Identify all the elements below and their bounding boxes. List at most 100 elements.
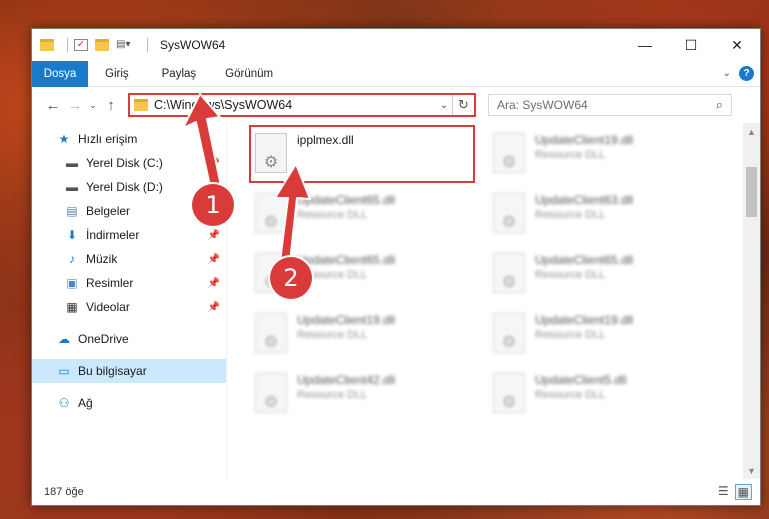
sidebar-item-downloads[interactable]: ⬇ İndirmeler 📌 [32,223,226,247]
file-item[interactable]: ⚙ UpdateClient19.dll Resource DLL [491,309,721,361]
scroll-up-icon[interactable]: ▲ [743,123,760,140]
tab-home[interactable]: Giriş [88,68,142,80]
file-item[interactable]: ⚙ UpdateClient65.dll Resource DLL [491,249,721,301]
search-input[interactable]: Ara: SysWOW64 ⌕ [488,94,732,116]
sidebar-item-pictures[interactable]: ▣ Resimler 📌 [32,271,226,295]
sidebar-item-disk-c[interactable]: ▬ Yerel Disk (C:) 📌 [32,151,226,175]
file-name: UpdateClient65.dll [535,253,634,267]
file-type: Resource DLL [535,269,606,281]
item-count: 187 öğe [44,486,84,498]
pictures-icon: ▣ [66,276,78,290]
dll-file-icon: ⚙ [493,193,525,233]
properties-check-icon[interactable]: ✓ [74,39,88,51]
tab-file[interactable]: Dosya [32,60,88,87]
sidebar-item-label: Ağ [78,396,93,410]
pin-icon[interactable]: 📌 [208,302,220,313]
folder-icon [134,99,148,111]
sidebar-item-label: Videolar [86,300,130,314]
file-highlight-box [249,125,475,183]
file-name: UpdateClient19.dll [297,313,396,327]
file-name: UpdateClient19.dll [535,313,634,327]
videos-icon: ▦ [66,300,78,314]
drive-icon: ▬ [66,180,78,194]
download-icon: ⬇ [66,228,78,242]
help-icon[interactable]: ? [739,66,754,81]
pin-icon[interactable]: 📌 [208,278,220,289]
back-arrow-icon[interactable]: ← [42,97,64,114]
sidebar-item-label: Hızlı erişim [78,132,138,146]
refresh-icon[interactable]: ↻ [452,95,474,115]
maximize-button[interactable]: ☐ [668,29,714,61]
address-path[interactable]: C:\Windows\SysWOW64 [154,98,292,112]
details-view-icon[interactable]: ☰ [718,484,729,500]
up-arrow-icon[interactable]: ↑ [100,97,122,114]
sidebar-item-label: Yerel Disk (C:) [86,156,163,170]
file-item[interactable]: ⚙ UpdateClient65.dll Resource DLL [253,189,483,241]
pin-icon[interactable]: 📌 [208,230,220,241]
title-bar: ✓ ▤▾ SysWOW64 — ☐ ✕ [32,29,760,61]
file-item[interactable]: ⚙ UpdateClient63.dll Resource DLL [491,189,721,241]
file-item[interactable]: ⚙ UpdateClient19.dll Resource DLL [491,129,721,181]
file-list: ⚙ ipplmex.dll ⚙ UpdateClient65.dll Resou… [227,123,760,479]
sidebar-item-label: Müzik [86,252,118,266]
file-name: UpdateClient42.dll [297,373,396,387]
dll-file-icon: ⚙ [493,133,525,173]
sidebar-item-label: İndirmeler [86,228,140,242]
content-area: ★ Hızlı erişim ▬ Yerel Disk (C:) 📌 ▬ Yer… [32,123,760,479]
pin-icon[interactable]: 📌 [208,158,220,169]
tab-share[interactable]: Paylaş [142,68,210,80]
step-1-badge: 1 [192,184,234,226]
minimize-button[interactable]: — [622,29,668,61]
scroll-thumb[interactable] [746,167,757,217]
scroll-down-icon[interactable]: ▼ [743,462,760,479]
sidebar-item-this-pc[interactable]: ▭ Bu bilgisayar [32,359,226,383]
chevron-down-icon[interactable]: ⌄ [436,100,452,111]
drive-icon: ▬ [66,156,78,170]
sidebar-item-label: Yerel Disk (D:) [86,180,163,194]
quick-access-dropdown-icon[interactable]: ▤▾ [116,39,134,51]
file-type: Resource DLL [535,389,606,401]
file-item[interactable]: ⚙ UpdateClient42.dll Resource DLL [253,369,483,421]
dll-file-icon: ⚙ [255,313,287,353]
recent-dropdown-icon[interactable]: ⌄ [86,100,100,111]
sidebar-item-label: Resimler [86,276,134,290]
sidebar-item-quick-access[interactable]: ★ Hızlı erişim [32,127,226,151]
close-button[interactable]: ✕ [714,29,760,61]
cloud-icon: ☁ [58,332,70,346]
status-bar: 187 öğe ☰ ▦ [32,479,760,505]
address-bar[interactable]: C:\Windows\SysWOW64 ⌄ ↻ [128,93,476,117]
dll-file-icon: ⚙ [493,373,525,413]
chevron-down-icon[interactable]: ⌄ [723,68,731,79]
sidebar-item-onedrive[interactable]: ☁ OneDrive [32,327,226,351]
file-type: Resource DLL [297,209,368,221]
divider [147,38,148,52]
file-name: UpdateClient19.dll [535,133,634,147]
new-folder-icon[interactable] [95,39,109,51]
documents-icon: ▤ [66,204,78,218]
file-item[interactable]: ⚙ UpdateClient19.dll Resource DLL [253,309,483,361]
file-type: Resource DLL [535,329,606,341]
navigation-pane: ★ Hızlı erişim ▬ Yerel Disk (C:) 📌 ▬ Yer… [32,123,227,479]
music-icon: ♪ [69,252,75,266]
sidebar-item-label: OneDrive [78,332,129,346]
pin-icon[interactable]: 📌 [208,254,220,265]
divider [67,38,68,52]
file-item[interactable]: ⚙ UpdateClient5.dll Resource DLL [491,369,721,421]
tab-view[interactable]: Görünüm [209,68,286,80]
dll-file-icon: ⚙ [493,313,525,353]
dll-file-icon: ⚙ [255,373,287,413]
sidebar-item-videos[interactable]: ▦ Videolar 📌 [32,295,226,319]
forward-arrow-icon[interactable]: → [64,97,86,114]
tiles-view-icon[interactable]: ▦ [734,484,752,500]
sidebar-item-network[interactable]: ⚇ Ağ [32,391,226,415]
search-icon[interactable]: ⌕ [716,97,723,113]
file-type: Resource DLL [297,389,368,401]
vertical-scrollbar[interactable]: ▲ ▼ [743,123,760,479]
file-name: UpdateClient65.dll [297,253,396,267]
dll-file-icon: ⚙ [493,253,525,293]
sidebar-item-label: Belgeler [86,204,131,218]
file-type: Resource DLL [535,149,606,161]
window-title: SysWOW64 [160,38,226,52]
step-2-badge: 2 [270,257,312,299]
sidebar-item-music[interactable]: ♪ Müzik 📌 [32,247,226,271]
